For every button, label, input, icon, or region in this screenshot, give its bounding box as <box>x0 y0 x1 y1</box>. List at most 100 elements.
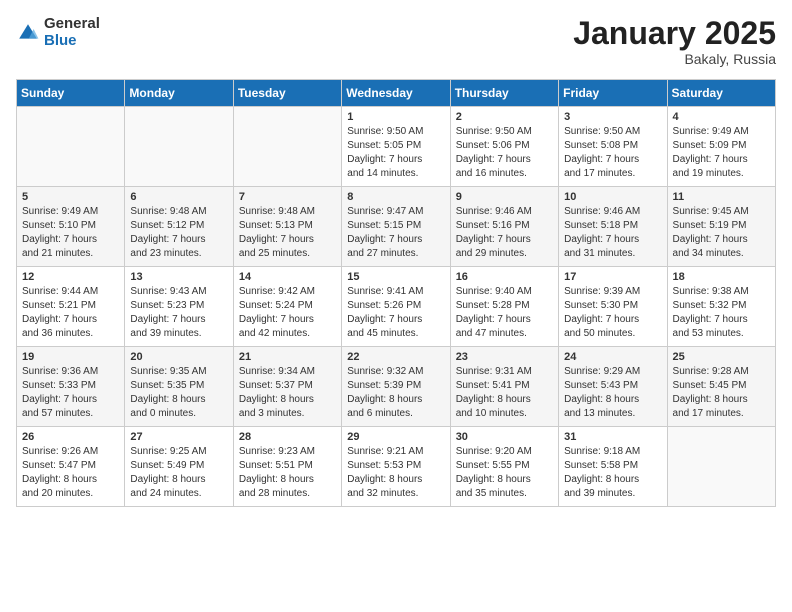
day-number: 31 <box>564 431 661 443</box>
day-info: Sunrise: 9:21 AM Sunset: 5:53 PM Dayligh… <box>347 445 444 501</box>
weekday-header: Sunday <box>17 80 125 107</box>
calendar-week-row: 1 Sunrise: 9:50 AM Sunset: 5:05 PM Daylig… <box>17 107 776 187</box>
calendar-cell: 2 Sunrise: 9:50 AM Sunset: 5:06 PM Daylig… <box>450 107 558 187</box>
day-number: 10 <box>564 191 661 203</box>
calendar-cell: 28 Sunrise: 9:23 AM Sunset: 5:51 PM Dayli… <box>233 427 341 507</box>
location: Bakaly, Russia <box>573 51 776 67</box>
calendar-cell: 22Sunrise: 9:32 AM Sunset: 5:39 PM Dayli… <box>342 347 450 427</box>
day-info: Sunrise: 9:50 AM Sunset: 5:08 PM Dayligh… <box>564 125 661 181</box>
calendar-week-row: 12 Sunrise: 9:44 AM Sunset: 5:21 PM Dayli… <box>17 267 776 347</box>
day-info: Sunrise: 9:50 AM Sunset: 5:06 PM Dayligh… <box>456 125 553 181</box>
day-info: Sunrise: 9:26 AM Sunset: 5:47 PM Dayligh… <box>22 445 119 501</box>
calendar-cell: 1 Sunrise: 9:50 AM Sunset: 5:05 PM Daylig… <box>342 107 450 187</box>
calendar-cell: 21 Sunrise: 9:34 AM Sunset: 5:37 PM Dayli… <box>233 347 341 427</box>
calendar-cell: 24Sunrise: 9:29 AM Sunset: 5:43 PM Dayli… <box>559 347 667 427</box>
day-info: Sunrise: 9:46 AM Sunset: 5:16 PM Dayligh… <box>456 205 553 261</box>
day-number: 23 <box>456 351 553 363</box>
weekday-header: Saturday <box>667 80 775 107</box>
calendar-cell: 30 Sunrise: 9:20 AM Sunset: 5:55 PM Dayli… <box>450 427 558 507</box>
day-info: Sunrise: 9:50 AM Sunset: 5:05 PM Dayligh… <box>347 125 444 181</box>
day-number: 29 <box>347 431 444 443</box>
day-number: 26 <box>22 431 119 443</box>
day-info: Sunrise: 9:28 AM Sunset: 5:45 PM Dayligh… <box>673 365 770 421</box>
day-info: Sunrise: 9:36 AM Sunset: 5:33 PM Dayligh… <box>22 365 119 421</box>
day-info: Sunrise: 9:49 AM Sunset: 5:10 PM Dayligh… <box>22 205 119 261</box>
day-number: 30 <box>456 431 553 443</box>
day-number: 4 <box>673 111 770 123</box>
day-info: Sunrise: 9:23 AM Sunset: 5:51 PM Dayligh… <box>239 445 336 501</box>
day-info: Sunrise: 9:42 AM Sunset: 5:24 PM Dayligh… <box>239 285 336 341</box>
weekday-header: Tuesday <box>233 80 341 107</box>
calendar-week-row: 19 Sunrise: 9:36 AM Sunset: 5:33 PM Dayli… <box>17 347 776 427</box>
calendar-cell: 27 Sunrise: 9:25 AM Sunset: 5:49 PM Dayli… <box>125 427 233 507</box>
month-title: January 2025 <box>573 16 776 51</box>
day-info: Sunrise: 9:35 AM Sunset: 5:35 PM Dayligh… <box>130 365 227 421</box>
title-block: January 2025 Bakaly, Russia <box>573 16 776 67</box>
calendar-cell <box>125 107 233 187</box>
day-number: 8 <box>347 191 444 203</box>
calendar-cell: 18 Sunrise: 9:38 AM Sunset: 5:32 PM Dayli… <box>667 267 775 347</box>
day-number: 17 <box>564 271 661 283</box>
day-info: Sunrise: 9:25 AM Sunset: 5:49 PM Dayligh… <box>130 445 227 501</box>
calendar-cell: 29 Sunrise: 9:21 AM Sunset: 5:53 PM Dayli… <box>342 427 450 507</box>
day-number: 28 <box>239 431 336 443</box>
day-number: 9 <box>456 191 553 203</box>
day-info: Sunrise: 9:34 AM Sunset: 5:37 PM Dayligh… <box>239 365 336 421</box>
calendar-cell: 31 Sunrise: 9:18 AM Sunset: 5:58 PM Dayli… <box>559 427 667 507</box>
calendar-cell: 17 Sunrise: 9:39 AM Sunset: 5:30 PM Dayli… <box>559 267 667 347</box>
day-number: 19 <box>22 351 119 363</box>
calendar-cell <box>17 107 125 187</box>
day-number: 5 <box>22 191 119 203</box>
calendar-cell: 5 Sunrise: 9:49 AM Sunset: 5:10 PM Daylig… <box>17 187 125 267</box>
day-info: Sunrise: 9:20 AM Sunset: 5:55 PM Dayligh… <box>456 445 553 501</box>
calendar-cell: 20 Sunrise: 9:35 AM Sunset: 5:35 PM Dayli… <box>125 347 233 427</box>
day-info: Sunrise: 9:43 AM Sunset: 5:23 PM Dayligh… <box>130 285 227 341</box>
day-number: 20 <box>130 351 227 363</box>
logo-text: General Blue <box>44 16 100 49</box>
day-number: 1 <box>347 111 444 123</box>
calendar-cell: 10 Sunrise: 9:46 AM Sunset: 5:18 PM Dayli… <box>559 187 667 267</box>
day-number: 2 <box>456 111 553 123</box>
day-info: Sunrise: 9:40 AM Sunset: 5:28 PM Dayligh… <box>456 285 553 341</box>
day-info: Sunrise: 9:46 AM Sunset: 5:18 PM Dayligh… <box>564 205 661 261</box>
weekday-header-row: SundayMondayTuesdayWednesdayThursdayFrid… <box>17 80 776 107</box>
day-info: Sunrise: 9:38 AM Sunset: 5:32 PM Dayligh… <box>673 285 770 341</box>
day-number: 16 <box>456 271 553 283</box>
calendar-cell: 7 Sunrise: 9:48 AM Sunset: 5:13 PM Daylig… <box>233 187 341 267</box>
day-info: Sunrise: 9:48 AM Sunset: 5:13 PM Dayligh… <box>239 205 336 261</box>
day-number: 7 <box>239 191 336 203</box>
calendar-week-row: 5 Sunrise: 9:49 AM Sunset: 5:10 PM Daylig… <box>17 187 776 267</box>
day-number: 18 <box>673 271 770 283</box>
day-number: 25 <box>673 351 770 363</box>
calendar-cell: 13 Sunrise: 9:43 AM Sunset: 5:23 PM Dayli… <box>125 267 233 347</box>
day-info: Sunrise: 9:45 AM Sunset: 5:19 PM Dayligh… <box>673 205 770 261</box>
calendar-table: SundayMondayTuesdayWednesdayThursdayFrid… <box>16 79 776 507</box>
weekday-header: Monday <box>125 80 233 107</box>
day-number: 6 <box>130 191 227 203</box>
page-header: General Blue January 2025 Bakaly, Russia <box>16 16 776 67</box>
calendar-cell: 16 Sunrise: 9:40 AM Sunset: 5:28 PM Dayli… <box>450 267 558 347</box>
day-info: Sunrise: 9:44 AM Sunset: 5:21 PM Dayligh… <box>22 285 119 341</box>
calendar-cell <box>233 107 341 187</box>
day-info: Sunrise: 9:47 AM Sunset: 5:15 PM Dayligh… <box>347 205 444 261</box>
day-info: Sunrise: 9:32 AM Sunset: 5:39 PM Dayligh… <box>347 365 444 421</box>
day-number: 21 <box>239 351 336 363</box>
day-info: Sunrise: 9:29 AM Sunset: 5:43 PM Dayligh… <box>564 365 661 421</box>
calendar-cell: 23Sunrise: 9:31 AM Sunset: 5:41 PM Dayli… <box>450 347 558 427</box>
day-info: Sunrise: 9:18 AM Sunset: 5:58 PM Dayligh… <box>564 445 661 501</box>
calendar-cell: 15Sunrise: 9:41 AM Sunset: 5:26 PM Dayli… <box>342 267 450 347</box>
logo-general: General <box>44 16 100 33</box>
day-info: Sunrise: 9:48 AM Sunset: 5:12 PM Dayligh… <box>130 205 227 261</box>
day-info: Sunrise: 9:49 AM Sunset: 5:09 PM Dayligh… <box>673 125 770 181</box>
weekday-header: Thursday <box>450 80 558 107</box>
calendar-cell: 14Sunrise: 9:42 AM Sunset: 5:24 PM Dayli… <box>233 267 341 347</box>
day-number: 12 <box>22 271 119 283</box>
calendar-cell: 3 Sunrise: 9:50 AM Sunset: 5:08 PM Daylig… <box>559 107 667 187</box>
day-info: Sunrise: 9:39 AM Sunset: 5:30 PM Dayligh… <box>564 285 661 341</box>
day-number: 15 <box>347 271 444 283</box>
calendar-cell: 11Sunrise: 9:45 AM Sunset: 5:19 PM Dayli… <box>667 187 775 267</box>
weekday-header: Friday <box>559 80 667 107</box>
day-number: 3 <box>564 111 661 123</box>
day-number: 13 <box>130 271 227 283</box>
day-number: 27 <box>130 431 227 443</box>
